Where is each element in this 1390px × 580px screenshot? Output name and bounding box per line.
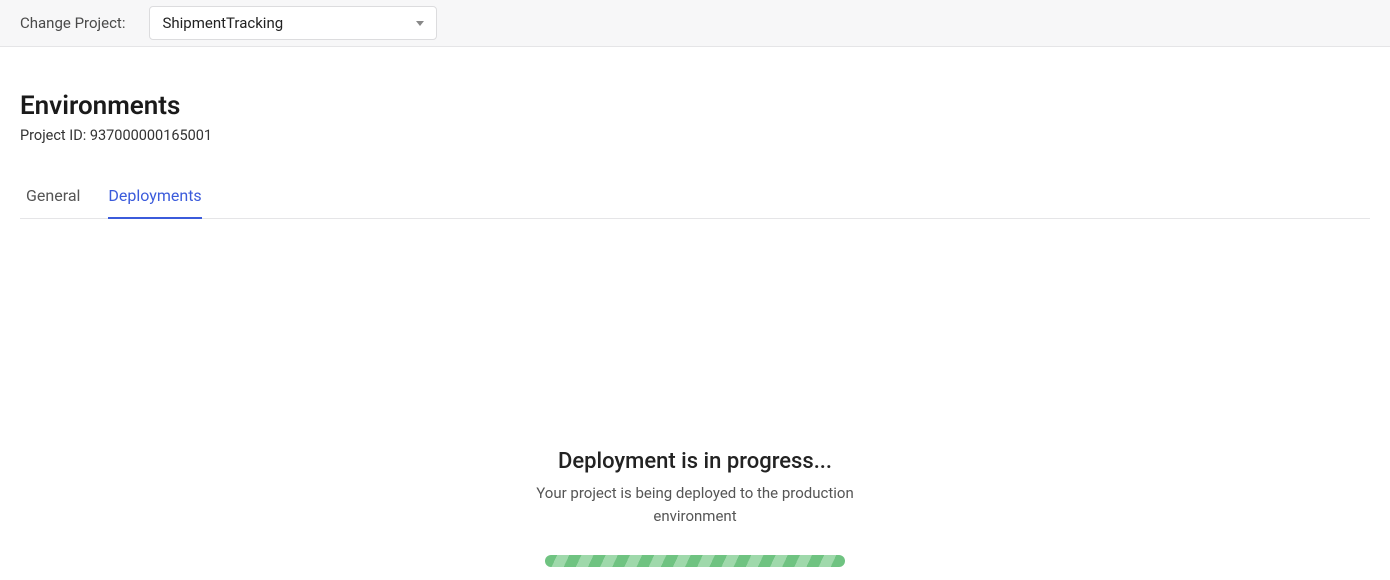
deployment-status: Deployment is in progress... Your projec… xyxy=(20,449,1370,567)
top-bar: Change Project: ShipmentTracking xyxy=(0,0,1390,47)
project-select-value: ShipmentTracking xyxy=(162,14,283,32)
tabs: General Deployments xyxy=(20,178,1370,219)
page-title: Environments xyxy=(20,91,1370,121)
status-heading: Deployment is in progress... xyxy=(558,449,832,474)
tab-deployments[interactable]: Deployments xyxy=(108,178,201,219)
status-sub: Your project is being deployed to the pr… xyxy=(535,482,855,527)
caret-down-icon xyxy=(416,21,424,26)
project-id: Project ID: 937000000165001 xyxy=(20,127,1370,144)
project-select[interactable]: ShipmentTracking xyxy=(149,6,437,40)
tab-general[interactable]: General xyxy=(26,178,80,219)
content: Environments Project ID: 937000000165001… xyxy=(0,47,1390,567)
change-project-label: Change Project: xyxy=(20,14,125,32)
progress-bar xyxy=(545,555,845,567)
